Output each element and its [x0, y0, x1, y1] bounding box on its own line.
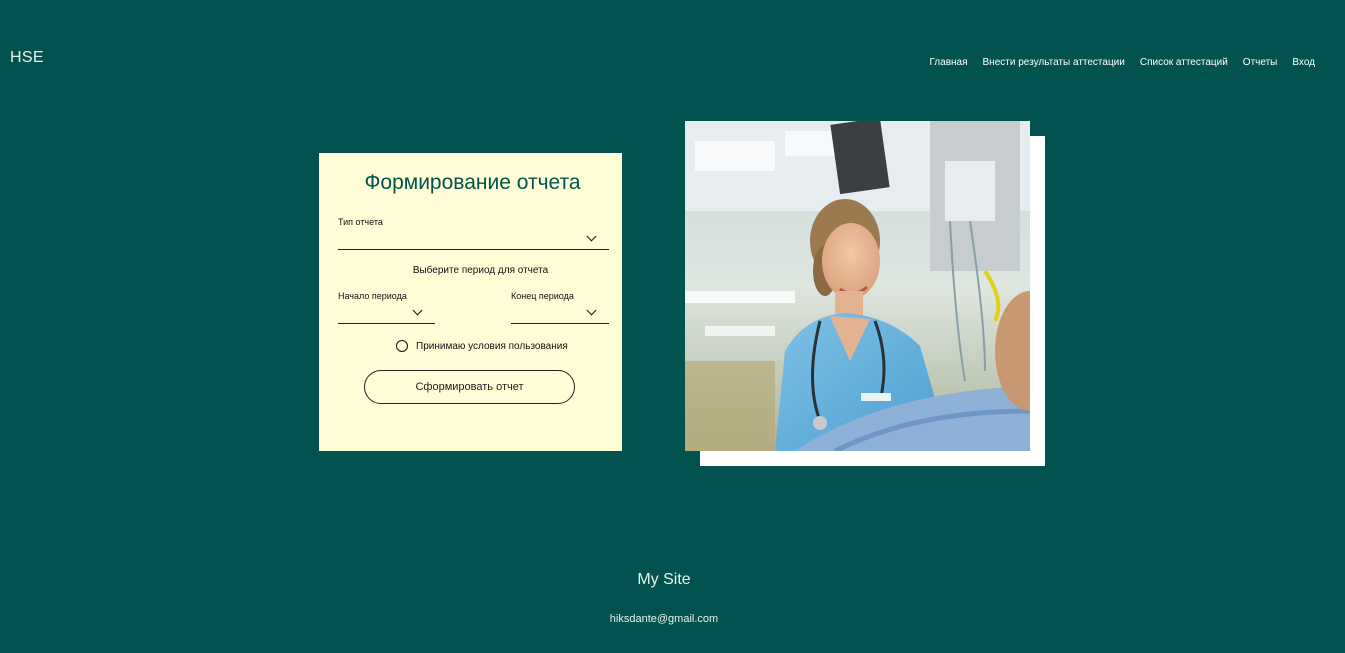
chevron-down-icon	[586, 231, 597, 242]
terms-checkbox-row[interactable]: Принимаю условия пользования	[396, 340, 568, 352]
chevron-down-icon	[586, 305, 597, 316]
chevron-down-icon	[412, 305, 423, 316]
terms-label: Принимаю условия пользования	[416, 340, 568, 352]
main-nav: Главная Внести результаты аттестации Спи…	[929, 57, 1315, 68]
site-logo[interactable]: HSE	[10, 49, 44, 67]
report-form-card: Формирование отчета Тип отчета Выберите …	[319, 153, 622, 451]
nav-item-attestation-list[interactable]: Список аттестаций	[1140, 57, 1228, 68]
nav-item-reports[interactable]: Отчеты	[1243, 57, 1278, 68]
page: HSE Главная Внести результаты аттестации…	[0, 0, 1345, 653]
report-type-select[interactable]	[338, 231, 609, 250]
end-period-label: Конец периода	[511, 291, 574, 301]
period-hint: Выберите период для отчета	[412, 265, 549, 276]
nav-item-home[interactable]: Главная	[929, 57, 967, 68]
start-period-label: Начало периода	[338, 291, 407, 301]
nav-item-login[interactable]: Вход	[1292, 57, 1315, 68]
generate-report-button[interactable]: Сформировать отчет	[364, 370, 575, 404]
nurse-photo	[685, 121, 1030, 451]
end-period-select[interactable]	[511, 305, 609, 324]
form-title: Формирование отчета	[364, 171, 581, 194]
footer-site-name: My Site	[637, 571, 691, 588]
report-type-label: Тип отчета	[338, 217, 383, 227]
nav-item-enter-results[interactable]: Внести результаты аттестации	[983, 57, 1125, 68]
terms-checkbox[interactable]	[396, 340, 408, 352]
start-period-select[interactable]	[338, 305, 435, 324]
footer-email-link[interactable]: hiksdante@gmail.com	[0, 613, 1328, 625]
